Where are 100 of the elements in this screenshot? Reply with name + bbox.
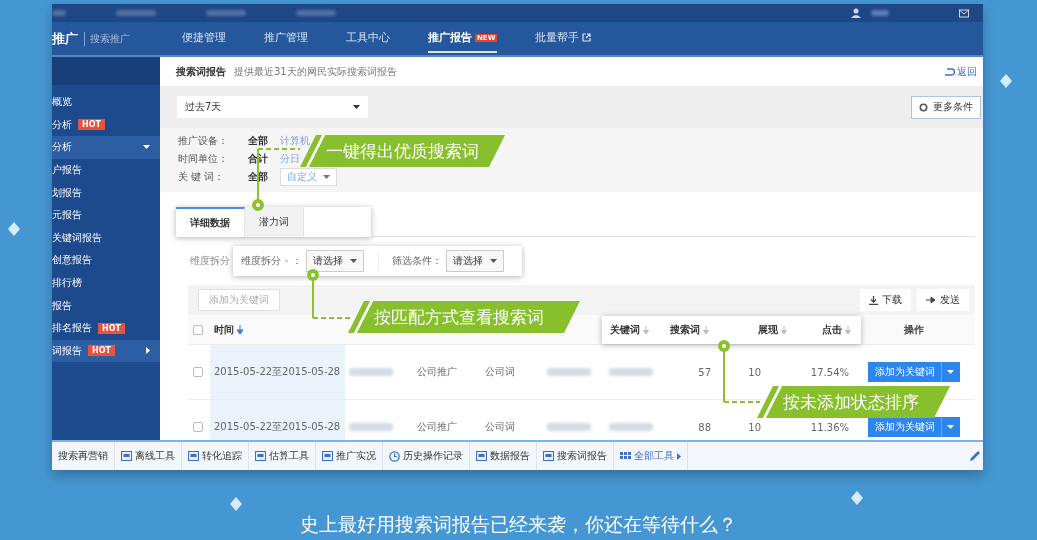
table-cell: 公司词 [485,365,515,379]
sidebar-item[interactable]: 分析 HOT [52,113,160,137]
back-link[interactable]: 返回 [944,64,977,79]
sort-arrow-icon [781,326,787,334]
sort-arrow-icon [643,326,649,334]
toolbar-button[interactable]: 历史操作记录 [383,442,470,470]
blurred-link[interactable] [52,10,66,16]
blurred-text [349,423,393,431]
blurred-link[interactable] [296,10,336,16]
toolbar-button[interactable]: 搜索词报告 [537,442,614,470]
toolbar-button[interactable]: 数据报告 [470,442,537,470]
sparkle-icon [230,497,242,511]
clock-icon [389,450,400,462]
column-header[interactable]: 展现 [758,323,822,337]
table-cell: 11.36% [810,421,849,433]
sparkle-icon [8,222,20,236]
window-icon [121,451,132,461]
grid-icon [620,452,631,460]
hot-badge: HOT [78,119,105,131]
toolbar-button[interactable]: 全部工具 [614,442,688,470]
tab[interactable]: 详细数据 [176,207,245,237]
window-icon [543,451,554,461]
caret-icon [349,259,357,263]
sidebar-item[interactable]: 排行榜 [52,271,160,295]
nav-tab[interactable]: 便捷管理 [182,24,226,53]
table-cell: 2015-05-22至2015-05-28 [214,365,341,379]
column-header[interactable]: 时间 [214,322,234,337]
table-cell: 57 [698,366,711,378]
window-icon [188,451,199,461]
toolbar-button[interactable]: 估算工具 [249,442,316,470]
blurred-link[interactable] [206,10,246,16]
tagline: 史上最好用搜索词报告已经来袭，你还在等待什么？ [299,512,738,537]
table-cell: 公司推广 [417,420,457,434]
blurred-username [871,10,889,16]
blurred-text [547,368,591,376]
filter-label: 时间单位： [178,152,229,166]
window-icon [476,451,487,461]
toolbar-button[interactable]: 转化追踪 [182,442,249,470]
blurred-link[interactable] [116,10,156,16]
column-header[interactable]: 关键词 [610,323,670,337]
sidebar-item[interactable]: 词报告 HOT [52,339,160,363]
date-range-dropdown[interactable]: 过去7天 [177,96,368,118]
column-header[interactable]: 点击 [822,323,851,337]
checkbox[interactable] [193,367,203,377]
table-cell: 2015-05-22至2015-05-28 [214,420,341,434]
nav-tab[interactable]: 推广管理 [264,24,308,53]
arrow-right-icon [926,296,936,304]
sidebar-item[interactable]: 排名报告 HOT [52,316,160,340]
hot-badge: HOT [88,345,115,357]
callout-banner: 按未添加状态排序 [757,386,950,418]
sidebar-item[interactable]: 划报告 [52,181,160,204]
sort-arrow-icon [237,325,243,334]
caret-right-icon [677,452,681,460]
sidebar-item[interactable]: 户报告 [52,158,160,182]
add-keyword-split-button[interactable]: 添加为关键词 [868,362,960,382]
table-cell: 公司词 [485,420,515,434]
blurred-text [609,423,653,431]
sidebar-item[interactable]: 关键词报告 [52,226,160,250]
pencil-icon [969,450,981,462]
filter-option[interactable]: 全部 [248,134,268,148]
add-keyword-split-button[interactable]: 添加为关键词 [868,417,960,437]
checkbox[interactable] [193,324,203,335]
filter-label: 推广设备： [178,134,229,148]
filter-label: 筛选条件： [392,254,442,268]
user-icon [851,8,861,18]
filter-label: 维度拆分 [241,254,281,268]
select-dropdown[interactable]: 请选择 [305,250,364,272]
filter-option[interactable]: 全部 [248,170,268,184]
sidebar-item[interactable]: 分析 [52,136,160,159]
select-dropdown[interactable]: 请选择 [446,250,504,272]
window-icon [322,451,333,461]
tab[interactable]: 潜力词 [245,207,304,237]
column-header[interactable]: 搜索词 [670,323,758,337]
blurred-text [547,423,591,431]
toolbar-button[interactable]: 离线工具 [115,442,182,470]
nav-tab[interactable]: 工具中心 [346,24,390,53]
hot-badge: HOT [98,322,125,334]
sidebar-item[interactable]: 元报告 [52,203,160,227]
window-icon [255,451,266,461]
sidebar-item[interactable]: 报告 [52,294,160,317]
page-title: 搜索词报告 [176,64,226,79]
nav-tab[interactable]: 批量帮手 [535,24,592,53]
caret-icon [353,105,360,109]
toolbar-button[interactable]: 推广实况 [316,442,383,470]
toolbar-button[interactable]: 搜索再营销 [52,442,115,470]
sidebar-item[interactable]: 创意报告 [52,249,160,272]
more-conditions-button[interactable]: 更多条件 [911,95,981,119]
blurred-text [349,368,393,376]
filter-label: 维度拆分 [190,254,230,268]
sidebar-item[interactable]: 概览 [52,91,160,114]
download-button[interactable]: 下载 [860,289,911,311]
checkbox[interactable] [193,422,203,432]
sort-arrow-icon [703,326,709,334]
column-header[interactable]: 操作 [904,322,924,337]
table-cell: 公司推广 [417,365,457,379]
colon-text: ： [291,254,302,268]
table-cell: 17.54% [810,366,849,378]
sparkle-icon [1000,74,1012,88]
send-button[interactable]: 发送 [917,289,969,311]
download-icon [869,295,878,305]
